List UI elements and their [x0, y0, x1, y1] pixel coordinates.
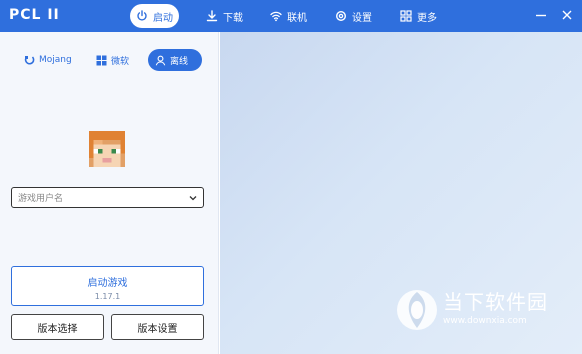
tab-label: 微软	[111, 56, 130, 67]
nav-label: 联机	[287, 12, 307, 24]
download-icon	[206, 10, 218, 22]
grid-icon	[400, 10, 412, 22]
chevron-down-icon	[189, 196, 197, 201]
windows-icon	[96, 55, 107, 65]
gear-icon	[335, 10, 347, 22]
sidebar: Mojang 微软 离线 游戏用户名 启动游戏 1.17.1 版本选择 版本设置	[0, 32, 219, 354]
launch-version: 1.17.1	[94, 292, 121, 301]
app-title: PCL II	[9, 7, 60, 23]
tab-label: Mojang	[39, 55, 72, 65]
nav-label: 更多	[417, 12, 437, 24]
minimize-icon[interactable]	[534, 8, 548, 22]
watermark: 当下软件园 www.downxia.com	[395, 282, 580, 342]
nav-label: 设置	[352, 12, 372, 24]
nav-label: 启动	[153, 12, 173, 24]
tab-label: 离线	[170, 56, 189, 67]
nav-download[interactable]: 下载	[200, 4, 249, 28]
nav-settings[interactable]: 设置	[329, 4, 378, 28]
version-select-button[interactable]: 版本选择	[11, 314, 104, 340]
username-dropdown[interactable]: 游戏用户名	[11, 187, 204, 208]
title-bar: PCL II 启动 下载 联机 设置 更多	[0, 0, 582, 32]
user-icon	[155, 55, 166, 66]
username-placeholder: 游戏用户名	[18, 194, 64, 204]
launch-title: 启动游戏	[87, 278, 128, 289]
version-settings-button[interactable]: 版本设置	[111, 314, 204, 340]
power-icon	[137, 10, 147, 21]
close-icon[interactable]	[560, 8, 574, 22]
main-area: 当下软件园 www.downxia.com	[220, 32, 582, 354]
mojang-icon	[24, 55, 35, 65]
nav-multiplayer[interactable]: 联机	[264, 4, 313, 28]
nav-launch[interactable]: 启动	[130, 4, 179, 28]
tab-microsoft[interactable]: 微软	[89, 49, 136, 71]
tab-mojang[interactable]: Mojang	[17, 49, 79, 71]
wifi-icon	[270, 11, 282, 22]
watermark-logo-icon	[397, 290, 437, 330]
nav-more[interactable]: 更多	[394, 4, 443, 28]
tab-offline[interactable]: 离线	[148, 49, 202, 71]
avatar	[89, 131, 125, 167]
login-tabs: Mojang 微软 离线	[0, 49, 219, 71]
watermark-title: 当下软件园	[443, 290, 548, 314]
nav-label: 下载	[223, 12, 243, 24]
launch-game-button[interactable]: 启动游戏 1.17.1	[11, 266, 204, 306]
watermark-url: www.downxia.com	[443, 316, 527, 326]
